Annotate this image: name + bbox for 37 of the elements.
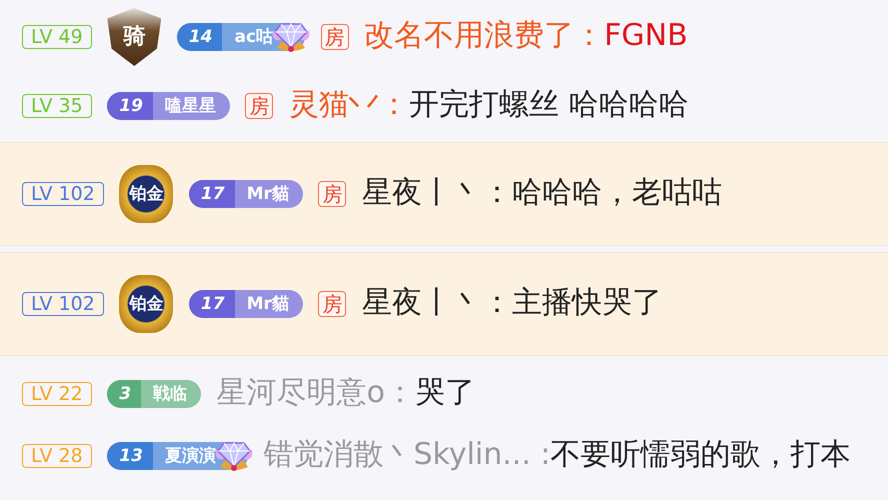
username: 改名不用浪费了： <box>364 18 604 54</box>
username: 星河尽明意o： <box>216 375 416 410</box>
medal-level: 19 <box>107 92 153 120</box>
message-text: 哈哈哈，老咕咕 <box>512 175 722 210</box>
medal-level: 17 <box>188 180 235 208</box>
username: 星夜丨丶： <box>362 285 512 320</box>
username: 错觉消散丶Skylin... : <box>263 437 551 472</box>
rank-badge: 铂金 <box>119 275 174 333</box>
medal-name: ac咕 <box>233 26 274 49</box>
message-text: 哭了 <box>415 375 476 410</box>
level-tag: LV 102 <box>22 292 104 316</box>
message-text: 不要听懦弱的歌，打本 <box>550 437 851 472</box>
rank-badge: 铂金 <box>119 165 174 223</box>
username: 星夜丨丶： <box>362 175 512 210</box>
username: 灵猫丷： <box>289 87 410 122</box>
medal-level: 17 <box>188 290 235 318</box>
medal-name: 夏演演 <box>164 444 217 468</box>
medal-level: 14 <box>176 23 222 51</box>
medal-level: 3 <box>107 380 142 408</box>
level-tag: LV 35 <box>22 94 92 118</box>
medal-name: 嗑星星 <box>164 94 217 118</box>
medal-name: Mr貓 <box>246 183 290 206</box>
room-tag: 房 <box>245 92 274 119</box>
room-tag: 房 <box>320 24 349 50</box>
message-text: FGNB <box>604 18 688 54</box>
level-tag: LV 28 <box>22 444 92 468</box>
room-tag: 房 <box>318 291 346 317</box>
message-text: 开完打螺丝 哈哈哈哈 <box>409 87 689 122</box>
medal-name: Mr貓 <box>246 293 290 316</box>
medal-name: 戦临 <box>152 382 188 406</box>
level-tag: LV 49 <box>22 25 92 49</box>
message-text: 主播快哭了 <box>512 285 662 320</box>
level-tag: LV 22 <box>22 382 92 406</box>
level-tag: LV 102 <box>22 182 104 206</box>
room-tag: 房 <box>318 181 346 207</box>
medal-level: 13 <box>107 442 153 470</box>
rank-badge: 骑 <box>107 8 162 66</box>
